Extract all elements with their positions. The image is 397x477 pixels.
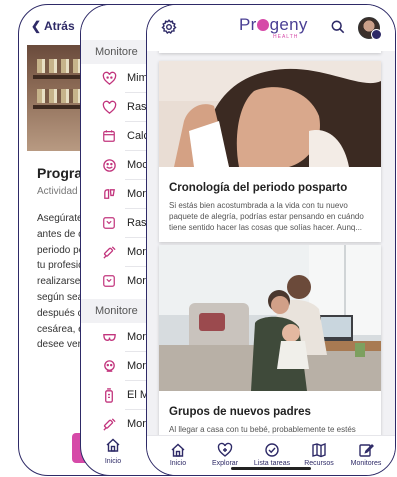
gear-icon[interactable] — [161, 19, 177, 35]
brand-text: geny — [269, 15, 308, 34]
article-card-image — [159, 245, 381, 391]
tab-explorar[interactable]: Explorar — [202, 442, 248, 467]
scale-icon — [101, 215, 117, 231]
avatar-badge — [371, 29, 382, 40]
monitor-item-label: Mor — [127, 331, 146, 343]
article-card-title: Grupos de nuevos padres — [169, 406, 311, 418]
baby-icon — [101, 358, 117, 374]
brand-mark-icon — [257, 19, 270, 31]
tab-recursos[interactable]: Recursos — [296, 442, 342, 467]
monitor-item-label: Mor — [127, 275, 146, 287]
tab-label: Monitores — [350, 460, 382, 467]
tab-label: Explorar — [211, 460, 239, 467]
tab-label: Lista tareas — [253, 460, 291, 467]
cup-icon — [101, 186, 117, 202]
home-icon — [171, 443, 185, 457]
checklist-icon — [265, 443, 279, 457]
bookshelf-books — [37, 89, 85, 103]
tab-label: Recursos — [304, 460, 334, 467]
front-phone-screen: Pr geny HEALTH Cronología del periodo pos… — [146, 4, 396, 476]
calendar-icon — [101, 128, 117, 144]
monitor-item-label: Ras — [127, 217, 147, 229]
search-icon[interactable] — [331, 20, 345, 34]
monitor-item-label: Mor — [127, 360, 146, 372]
monitor-item-label: Mor — [127, 418, 146, 430]
syringe-icon — [101, 244, 117, 260]
home-indicator — [231, 467, 311, 470]
monitor-item-label: Ras — [127, 101, 147, 113]
monitor-item-label: Moc — [127, 159, 148, 171]
back-label: Atrás — [43, 19, 75, 33]
article-card-image — [159, 61, 381, 167]
home-icon — [106, 438, 120, 452]
monitor-item-label: Mor — [127, 246, 146, 258]
explore-icon — [217, 442, 233, 457]
article-card-title: Cronología del periodo posparto — [169, 182, 348, 194]
scale-icon — [101, 273, 117, 289]
tab-monitores[interactable]: Monitores — [343, 442, 389, 467]
bra-icon — [101, 329, 117, 345]
tab-lista-tareas[interactable]: Lista tareas — [249, 442, 295, 467]
brand-text: Pr — [239, 15, 257, 34]
edit-icon — [359, 444, 374, 457]
tab-inicio[interactable]: Inicio — [99, 437, 127, 465]
tab-label: Inicio — [104, 458, 122, 465]
app-header: Pr geny HEALTH — [147, 5, 395, 51]
bookshelf-books — [37, 59, 85, 73]
tab-label: Inicio — [169, 460, 187, 467]
resources-icon — [312, 442, 326, 458]
smile-face-icon — [101, 157, 117, 173]
back-button[interactable]: ❮ Atrás — [31, 19, 75, 33]
heart-outline-icon — [101, 99, 117, 115]
monitor-item-label: Mor — [127, 188, 146, 200]
article-card[interactable]: Cronología del periodo posparto Si estás… — [159, 61, 381, 242]
article-subtitle: Actividad p — [37, 186, 86, 197]
brand-logo: Pr geny — [239, 15, 308, 35]
chevron-left-icon: ❮ — [31, 19, 42, 33]
article-card[interactable]: Grupos de nuevos padres Al llegar a casa… — [159, 245, 381, 466]
heart-face-icon — [101, 70, 117, 86]
syringe-icon — [101, 416, 117, 432]
article-card-excerpt: Si estás bien acostumbrada a la vida con… — [169, 201, 364, 232]
bottle-icon — [101, 387, 117, 403]
monitor-item-label: Mim — [127, 72, 148, 84]
tab-inicio[interactable]: Inicio — [155, 442, 201, 467]
brand-subtitle: HEALTH — [273, 34, 299, 40]
